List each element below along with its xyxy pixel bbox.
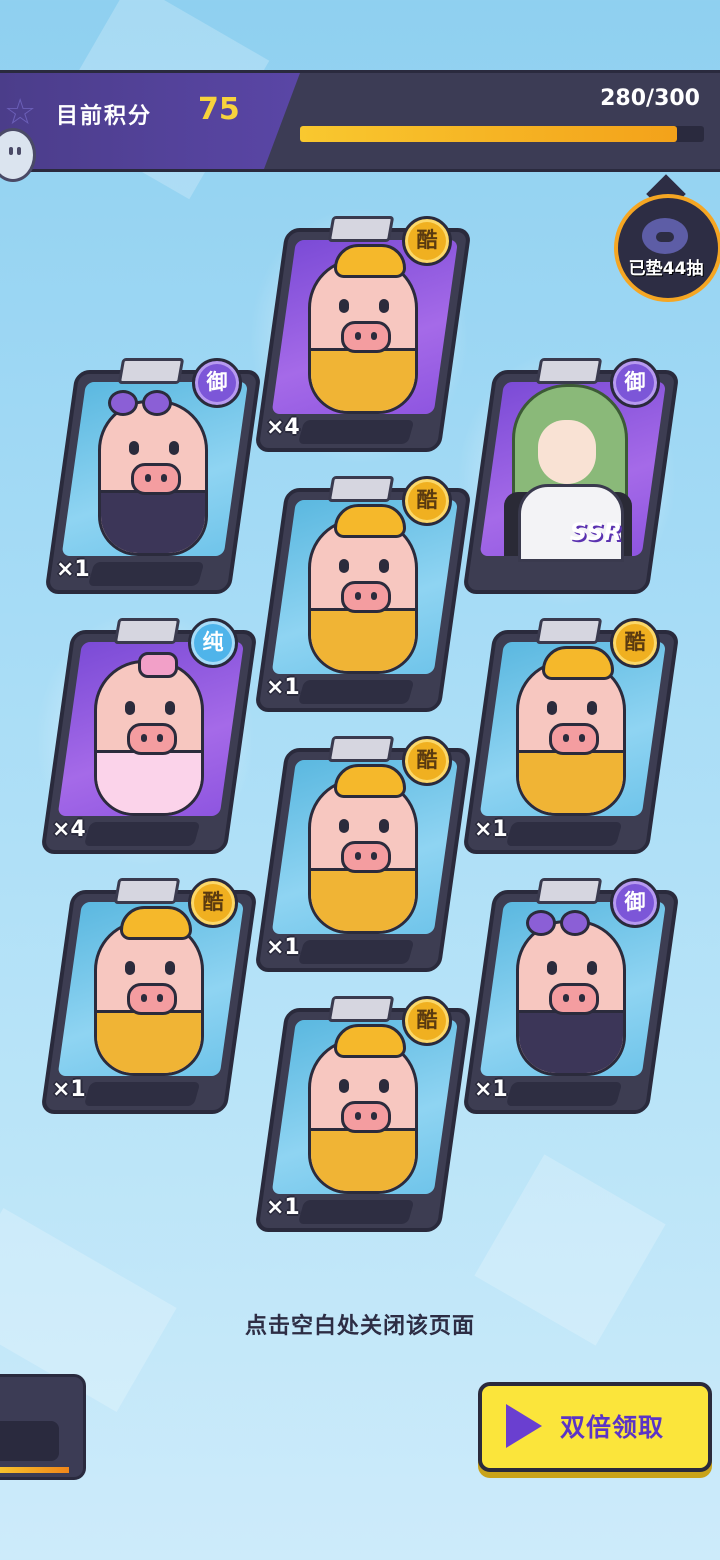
- attribute-tag: 酷: [402, 216, 452, 266]
- card-7[interactable]: 酷 ×1: [254, 736, 472, 972]
- card-2[interactable]: 御 ×1: [44, 358, 262, 594]
- card-count: ×1: [474, 1077, 508, 1102]
- pig-character: [86, 652, 204, 816]
- pig-character: [300, 1024, 418, 1194]
- card-6[interactable]: 酷 ×1: [462, 618, 680, 854]
- side-panel[interactable]: [0, 1374, 86, 1480]
- card-clip: [117, 358, 185, 384]
- progress-bar: [300, 126, 704, 142]
- card-clip: [327, 996, 395, 1022]
- pig-character: [86, 906, 204, 1076]
- progress-text: 280/300: [600, 86, 700, 111]
- pig-character: [90, 390, 208, 556]
- attribute-tag: 酷: [610, 618, 660, 668]
- ssr-label: SSR: [569, 518, 622, 546]
- star-icon: ☆: [4, 92, 37, 133]
- card-clip: [327, 736, 395, 762]
- card-5[interactable]: 纯 ×4: [36, 610, 258, 866]
- pity-text: 已垫44抽: [628, 259, 704, 279]
- attribute-tag: 酷: [188, 878, 238, 928]
- pig-character: [300, 764, 418, 934]
- card-count: ×1: [52, 1077, 86, 1102]
- pig-character: [300, 504, 418, 674]
- pig-icon: [642, 218, 688, 254]
- score-value: 75: [198, 92, 240, 127]
- play-icon: [506, 1404, 542, 1448]
- card-9[interactable]: 御 ×1: [462, 878, 680, 1114]
- pig-character: [508, 910, 626, 1076]
- card-count: ×4: [266, 415, 300, 440]
- card-count: ×1: [266, 1195, 300, 1220]
- card-4[interactable]: 酷 ×1: [254, 476, 472, 712]
- card-8[interactable]: 酷 ×1: [40, 878, 258, 1114]
- pig-character: [508, 646, 626, 816]
- card-1[interactable]: 酷 ×4: [250, 208, 472, 464]
- card-clip: [113, 878, 181, 904]
- card-clip: [535, 618, 603, 644]
- double-claim-button[interactable]: 双倍领取: [478, 1382, 712, 1472]
- attribute-tag: 御: [610, 878, 660, 928]
- side-progress: [0, 1467, 69, 1473]
- attribute-tag: 酷: [402, 996, 452, 1046]
- card-count: ×4: [52, 817, 86, 842]
- card-count: ×1: [266, 675, 300, 700]
- attribute-tag: 纯: [188, 618, 238, 668]
- attribute-tag: 御: [610, 358, 660, 408]
- card-count: ×1: [266, 935, 300, 960]
- card-clip: [327, 476, 395, 502]
- card-count: ×1: [56, 557, 90, 582]
- card-clip: [113, 618, 181, 644]
- side-slot: [0, 1421, 59, 1461]
- pig-character: [300, 244, 418, 414]
- card-count: ×1: [474, 817, 508, 842]
- score-label: 目前积分: [56, 104, 153, 129]
- card-clip: [535, 358, 603, 384]
- card-clip: [535, 878, 603, 904]
- progress-fill: [300, 126, 677, 142]
- attribute-tag: 酷: [402, 476, 452, 526]
- card-3-ssr[interactable]: SSR 御: [458, 350, 680, 606]
- pity-badge[interactable]: 已垫44抽: [612, 174, 720, 302]
- card-10[interactable]: 酷 ×1: [254, 996, 472, 1232]
- attribute-tag: 御: [192, 358, 242, 408]
- attribute-tag: 酷: [402, 736, 452, 786]
- double-claim-label: 双倍领取: [560, 1413, 665, 1442]
- close-hint[interactable]: 点击空白处关闭该页面: [0, 1308, 720, 1340]
- card-clip: [327, 216, 395, 242]
